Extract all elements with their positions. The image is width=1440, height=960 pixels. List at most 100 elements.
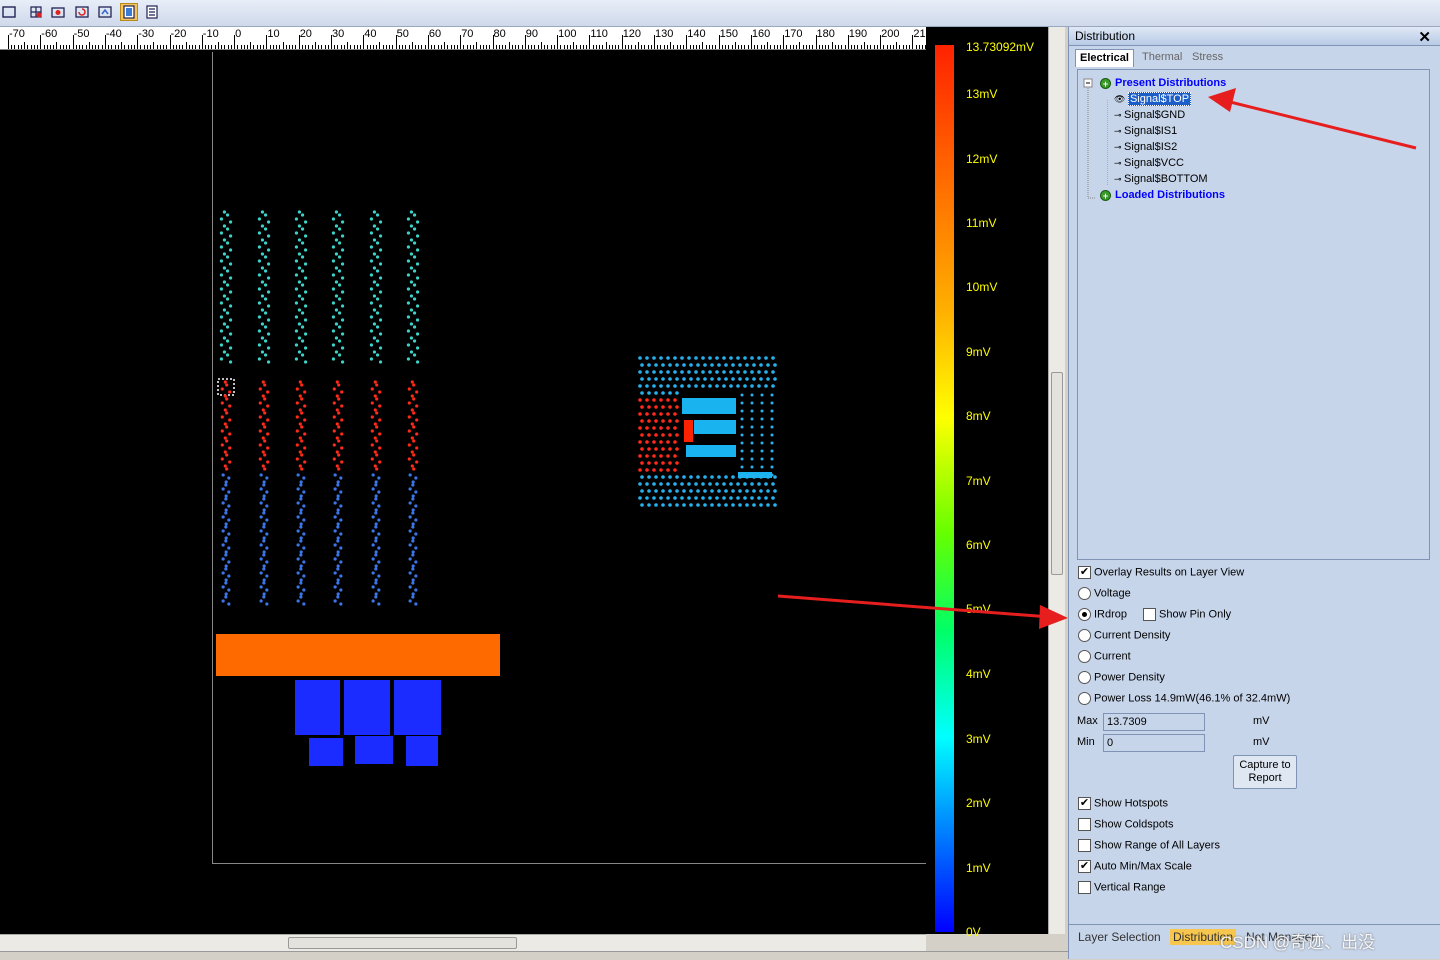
eye-closed-icon[interactable]: ⊸ [1114, 174, 1124, 184]
eye-icon[interactable]: 👁 [1114, 94, 1128, 104]
via-dot [378, 346, 383, 350]
ruler-tick [876, 45, 878, 49]
checkbox-checked-icon[interactable]: ✔ [1078, 797, 1091, 810]
layer-icon[interactable] [96, 3, 114, 21]
checkbox-icon[interactable] [1143, 608, 1156, 621]
eye-closed-icon[interactable]: ⊸ [1114, 142, 1124, 152]
via-dot [652, 426, 656, 430]
tree-item-signal-gnd[interactable]: ⊸ Signal$GND [1114, 109, 1185, 121]
tab-stress[interactable]: Stress [1188, 49, 1227, 66]
eye-closed-icon[interactable]: ⊸ [1114, 126, 1124, 136]
via-dot [759, 503, 763, 507]
ruler-tick [66, 45, 68, 49]
vertical-scrollbar[interactable] [1048, 27, 1065, 934]
via-dot [257, 259, 262, 263]
via-dot [770, 401, 774, 405]
checkbox-icon[interactable] [1078, 818, 1091, 831]
ruler-tick [466, 45, 468, 49]
ruler-tick [208, 45, 210, 49]
via-dot [408, 529, 412, 533]
show-pin-only-checkbox[interactable]: Show Pin Only [1143, 608, 1231, 624]
show-coldspots-checkbox[interactable]: Show Coldspots [1078, 818, 1174, 834]
radio-icon[interactable] [1078, 692, 1091, 705]
ruler-tick [14, 45, 16, 49]
grid-select-icon[interactable] [27, 3, 45, 21]
via-dot [221, 599, 225, 603]
horizontal-scrollbar[interactable] [0, 934, 926, 951]
tab-layer-selection[interactable]: Layer Selection [1075, 929, 1164, 945]
radio-icon[interactable] [1078, 650, 1091, 663]
close-icon[interactable]: ✕ [1418, 28, 1431, 46]
via-dot [415, 318, 420, 322]
checkbox-checked-icon[interactable]: ✔ [1078, 860, 1091, 873]
current-density-radio[interactable]: Current Density [1078, 629, 1170, 645]
capture-to-report-button[interactable]: Capture to Report [1233, 755, 1297, 789]
snapshot-icon[interactable] [49, 3, 67, 21]
checkbox-checked-icon[interactable]: ✔ [1078, 566, 1091, 579]
tree-item-signal-is1[interactable]: ⊸ Signal$IS1 [1114, 125, 1177, 137]
via-dot [750, 401, 754, 405]
tab-thermal[interactable]: Thermal [1138, 49, 1186, 66]
ruler-tick [237, 45, 239, 49]
via-dot [647, 377, 651, 381]
via-dot [750, 356, 754, 360]
via-dot [265, 574, 269, 578]
via-dot [375, 311, 380, 315]
show-range-all-layers-checkbox[interactable]: Show Range of All Layers [1078, 839, 1220, 855]
via-dot [411, 550, 415, 554]
via-dot [407, 401, 411, 405]
via-dot [659, 384, 663, 388]
vertical-scroll-thumb[interactable] [1051, 372, 1063, 575]
irdrop-radio[interactable]: IRdrop [1078, 608, 1127, 624]
show-hotspots-checkbox[interactable]: ✔ Show Hotspots [1078, 797, 1168, 813]
via-dot [738, 503, 742, 507]
checkbox-icon[interactable] [1078, 839, 1091, 852]
radio-icon[interactable] [1078, 629, 1091, 642]
power-density-radio[interactable]: Power Density [1078, 671, 1165, 687]
refresh-icon[interactable] [73, 3, 91, 21]
overlay-checkbox[interactable]: ✔ Overlay Results on Layer View [1078, 566, 1244, 582]
via-dot [668, 405, 672, 409]
eye-closed-icon[interactable]: ⊸ [1114, 110, 1124, 120]
via-dot [689, 475, 693, 479]
ruler-tick [340, 45, 342, 49]
via-dot [760, 449, 764, 453]
via-dot [303, 304, 308, 308]
vertical-range-checkbox[interactable]: Vertical Range [1078, 881, 1166, 897]
current-radio[interactable]: Current [1078, 650, 1131, 666]
tree-loaded-distributions[interactable]: + Loaded Distributions [1100, 189, 1225, 201]
tree-item-signal-bottom[interactable]: ⊸ Signal$BOTTOM [1114, 173, 1208, 185]
radio-icon[interactable] [1078, 587, 1091, 600]
via-dot [337, 439, 341, 443]
power-loss-radio[interactable]: Power Loss 14.9mW(46.1% of 32.4mW) [1078, 692, 1290, 708]
voltage-radio[interactable]: Voltage [1078, 587, 1131, 603]
horizontal-scroll-thumb[interactable] [288, 937, 517, 949]
radio-selected-icon[interactable] [1078, 608, 1091, 621]
via-dot [228, 346, 233, 350]
checkbox-icon[interactable] [1078, 881, 1091, 894]
tree-item-signal-is2[interactable]: ⊸ Signal$IS2 [1114, 141, 1177, 153]
radio-icon[interactable] [1078, 671, 1091, 684]
via-dot [375, 439, 379, 443]
ruler-tick [127, 45, 129, 49]
auto-minmax-checkbox[interactable]: ✔ Auto Min/Max Scale [1078, 860, 1192, 876]
distribution-icon[interactable] [120, 3, 138, 21]
tree-present-distributions[interactable]: + Present Distributions [1100, 77, 1226, 89]
tree-item-signal-vcc[interactable]: ⊸ Signal$VCC [1114, 157, 1184, 169]
via-dot [773, 489, 777, 493]
max-input[interactable]: 13.7309 [1103, 713, 1205, 731]
layout-canvas[interactable] [0, 50, 926, 934]
via-dot [369, 259, 374, 263]
via-dot [222, 336, 227, 340]
ruler-tick [224, 45, 226, 49]
tree-item-signal-top[interactable]: 👁 Signal$TOP [1114, 92, 1192, 106]
report-icon[interactable] [143, 3, 161, 21]
tab-electrical[interactable]: Electrical [1075, 49, 1134, 67]
via-dot [377, 574, 381, 578]
via-dot [652, 482, 656, 486]
zoom-fit-icon[interactable] [0, 3, 18, 21]
eye-closed-icon[interactable]: ⊸ [1114, 158, 1124, 168]
min-unit: mV [1253, 736, 1270, 748]
min-input[interactable]: 0 [1103, 734, 1205, 752]
ruler-tick [579, 45, 581, 49]
